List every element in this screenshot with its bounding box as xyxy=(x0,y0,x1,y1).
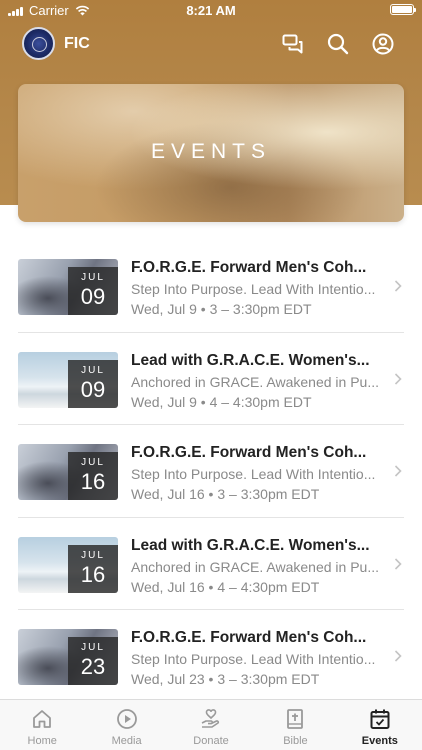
events-hero-banner: EVENTS xyxy=(18,84,404,222)
date-month: JUL xyxy=(81,364,105,376)
event-row[interactable]: JUL 23 F.O.R.G.E. Forward Men's Coh... S… xyxy=(0,610,422,703)
chevron-right-icon xyxy=(394,465,402,477)
tab-label: Bible xyxy=(283,735,308,747)
date-day: 09 xyxy=(80,284,106,309)
status-time: 8:21 AM xyxy=(186,3,236,18)
event-thumbnail: JUL 09 xyxy=(18,351,118,408)
date-badge: JUL 16 xyxy=(68,544,118,593)
status-bar: Carrier 8:21 AM xyxy=(0,0,422,22)
profile-icon[interactable] xyxy=(371,32,395,56)
app-header: FIC xyxy=(0,24,422,64)
bible-icon xyxy=(287,709,304,729)
tab-media[interactable]: Media xyxy=(84,700,168,750)
tab-events[interactable]: Events xyxy=(338,700,422,750)
date-month: JUL xyxy=(81,549,105,561)
chevron-right-icon xyxy=(394,372,402,385)
tab-label: Events xyxy=(361,735,398,747)
event-title: Lead with G.R.A.C.E. Women's... xyxy=(131,351,370,369)
tab-donate[interactable]: Donate xyxy=(169,700,253,750)
date-badge: JUL 09 xyxy=(68,267,118,315)
tab-label: Media xyxy=(111,735,142,747)
event-row[interactable]: JUL 09 Lead with G.R.A.C.E. Women's... A… xyxy=(0,333,422,425)
hero-title: EVENTS xyxy=(150,140,272,163)
event-subtitle: Anchored in GRACE. Awakened in Pu... xyxy=(131,558,379,575)
date-month: JUL xyxy=(81,642,105,653)
event-thumbnail: JUL 09 xyxy=(18,259,118,315)
event-subtitle: Anchored in GRACE. Awakened in Pu... xyxy=(131,373,379,390)
calendar-icon xyxy=(370,709,390,729)
tab-label: Home xyxy=(27,735,57,747)
event-title: F.O.R.G.E. Forward Men's Coh... xyxy=(131,629,367,646)
event-title: Lead with G.R.A.C.E. Women's... xyxy=(131,536,370,554)
tab-label: Donate xyxy=(193,735,229,747)
event-subtitle: Step Into Purpose. Lead With Intentio... xyxy=(131,466,376,482)
event-time: Wed, Jul 9 • 3 – 3:30pm EDT xyxy=(131,301,312,317)
event-row[interactable]: JUL 16 F.O.R.G.E. Forward Men's Coh... S… xyxy=(0,425,422,518)
event-thumbnail: JUL 16 xyxy=(18,444,118,500)
event-time: Wed, Jul 9 • 4 – 4:30pm EDT xyxy=(131,393,312,410)
date-day: 16 xyxy=(80,469,106,494)
tab-bar: Home Media Donate Bible Events xyxy=(0,699,422,750)
chat-icon[interactable] xyxy=(281,32,305,56)
event-time: Wed, Jul 23 • 3 – 3:30pm EDT xyxy=(131,671,320,687)
date-day: 23 xyxy=(80,654,106,679)
play-icon xyxy=(116,709,137,729)
event-time: Wed, Jul 16 • 4 – 4:30pm EDT xyxy=(131,578,320,595)
donate-icon xyxy=(201,709,220,728)
event-title: F.O.R.G.E. Forward Men's Coh... xyxy=(131,259,367,276)
battery-icon xyxy=(390,4,416,15)
event-subtitle: Step Into Purpose. Lead With Intentio... xyxy=(131,281,376,297)
date-day: 16 xyxy=(80,561,106,587)
date-badge: JUL 23 xyxy=(68,637,118,685)
event-row[interactable]: JUL 16 Lead with G.R.A.C.E. Women's... A… xyxy=(0,518,422,610)
date-badge: JUL 16 xyxy=(68,452,118,500)
brand-name: FIC xyxy=(64,35,90,52)
chevron-right-icon xyxy=(394,280,402,292)
event-title: F.O.R.G.E. Forward Men's Coh... xyxy=(131,444,367,461)
date-badge: JUL 09 xyxy=(68,359,118,408)
date-month: JUL xyxy=(81,272,105,283)
date-month: JUL xyxy=(81,457,105,468)
event-list: JUL 09 F.O.R.G.E. Forward Men's Coh... S… xyxy=(0,240,422,703)
event-thumbnail: JUL 23 xyxy=(18,629,118,685)
church-logo-icon[interactable] xyxy=(22,27,55,60)
event-time: Wed, Jul 16 • 3 – 3:30pm EDT xyxy=(131,486,320,502)
date-day: 09 xyxy=(80,376,106,402)
event-thumbnail: JUL 16 xyxy=(18,536,118,593)
event-subtitle: Step Into Purpose. Lead With Intentio... xyxy=(131,651,376,667)
event-row[interactable]: JUL 09 F.O.R.G.E. Forward Men's Coh... S… xyxy=(0,240,422,333)
chevron-right-icon xyxy=(394,557,402,570)
search-icon[interactable] xyxy=(326,32,350,56)
tab-bible[interactable]: Bible xyxy=(253,700,337,750)
tab-home[interactable]: Home xyxy=(0,700,84,750)
home-icon xyxy=(33,710,52,728)
chevron-right-icon xyxy=(394,650,402,662)
